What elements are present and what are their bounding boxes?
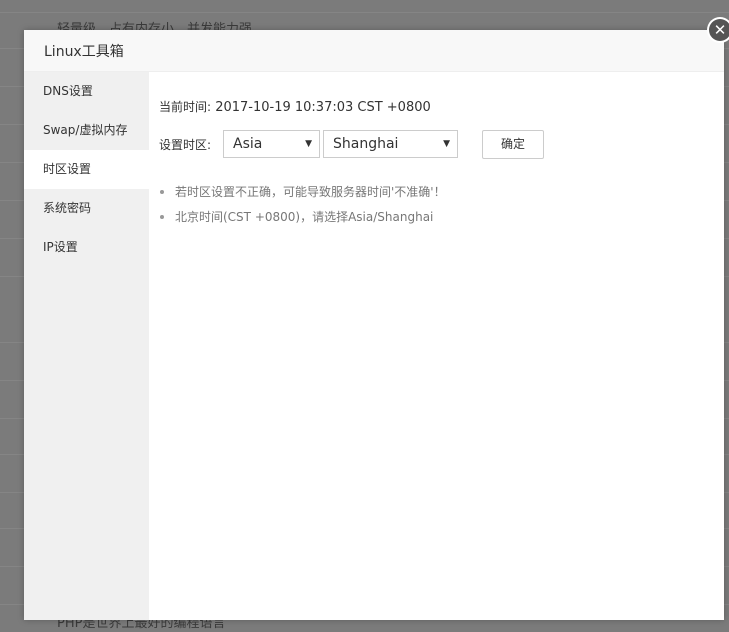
confirm-button[interactable]: 确定: [482, 130, 544, 159]
city-select[interactable]: Shanghai ▼: [323, 130, 458, 158]
list-item: 若时区设置不正确，可能导致服务器时间'不准确'！: [159, 180, 446, 205]
sidebar-item-timezone[interactable]: 时区设置: [24, 150, 149, 189]
region-select[interactable]: Asia ▼: [223, 130, 320, 158]
city-select-value: Shanghai: [333, 136, 399, 152]
linux-toolbox-dialog: Linux工具箱 DNS设置 Swap/虚拟内存 时区设置 系统密码 IP设置 …: [24, 30, 724, 620]
dialog-header: Linux工具箱: [24, 30, 724, 72]
region-select-value: Asia: [233, 136, 263, 152]
note-text: 若时区设置不正确，可能导致服务器时间'不准确'！: [175, 185, 446, 199]
dropdown-arrow-icon: ▼: [305, 139, 312, 149]
list-item: 北京时间(CST +0800)，请选择Asia/Shanghai: [159, 205, 446, 230]
bullet-icon: [160, 189, 164, 194]
timezone-panel: 当前时间: 2017-10-19 10:37:03 CST +0800 设置时区…: [149, 72, 724, 620]
current-time: 当前时间: 2017-10-19 10:37:03 CST +0800: [159, 98, 431, 115]
current-time-label: 当前时间:: [159, 100, 212, 114]
sidebar: DNS设置 Swap/虚拟内存 时区设置 系统密码 IP设置: [24, 72, 149, 620]
bullet-icon: [160, 214, 164, 219]
sidebar-item-password[interactable]: 系统密码: [24, 189, 149, 228]
sidebar-item-swap[interactable]: Swap/虚拟内存: [24, 111, 149, 150]
notes-list: 若时区设置不正确，可能导致服务器时间'不准确'！ 北京时间(CST +0800)…: [159, 180, 446, 230]
close-button[interactable]: ✕: [707, 17, 729, 43]
background-divider: [0, 12, 729, 13]
close-icon: ✕: [709, 19, 729, 41]
note-text: 北京时间(CST +0800)，请选择Asia/Shanghai: [175, 210, 434, 224]
current-time-value: 2017-10-19 10:37:03 CST +0800: [215, 100, 431, 115]
sidebar-item-dns[interactable]: DNS设置: [24, 72, 149, 111]
sidebar-item-ip[interactable]: IP设置: [24, 228, 149, 267]
dialog-title: Linux工具箱: [44, 44, 124, 60]
dropdown-arrow-icon: ▼: [443, 139, 450, 149]
timezone-label: 设置时区:: [159, 138, 212, 152]
